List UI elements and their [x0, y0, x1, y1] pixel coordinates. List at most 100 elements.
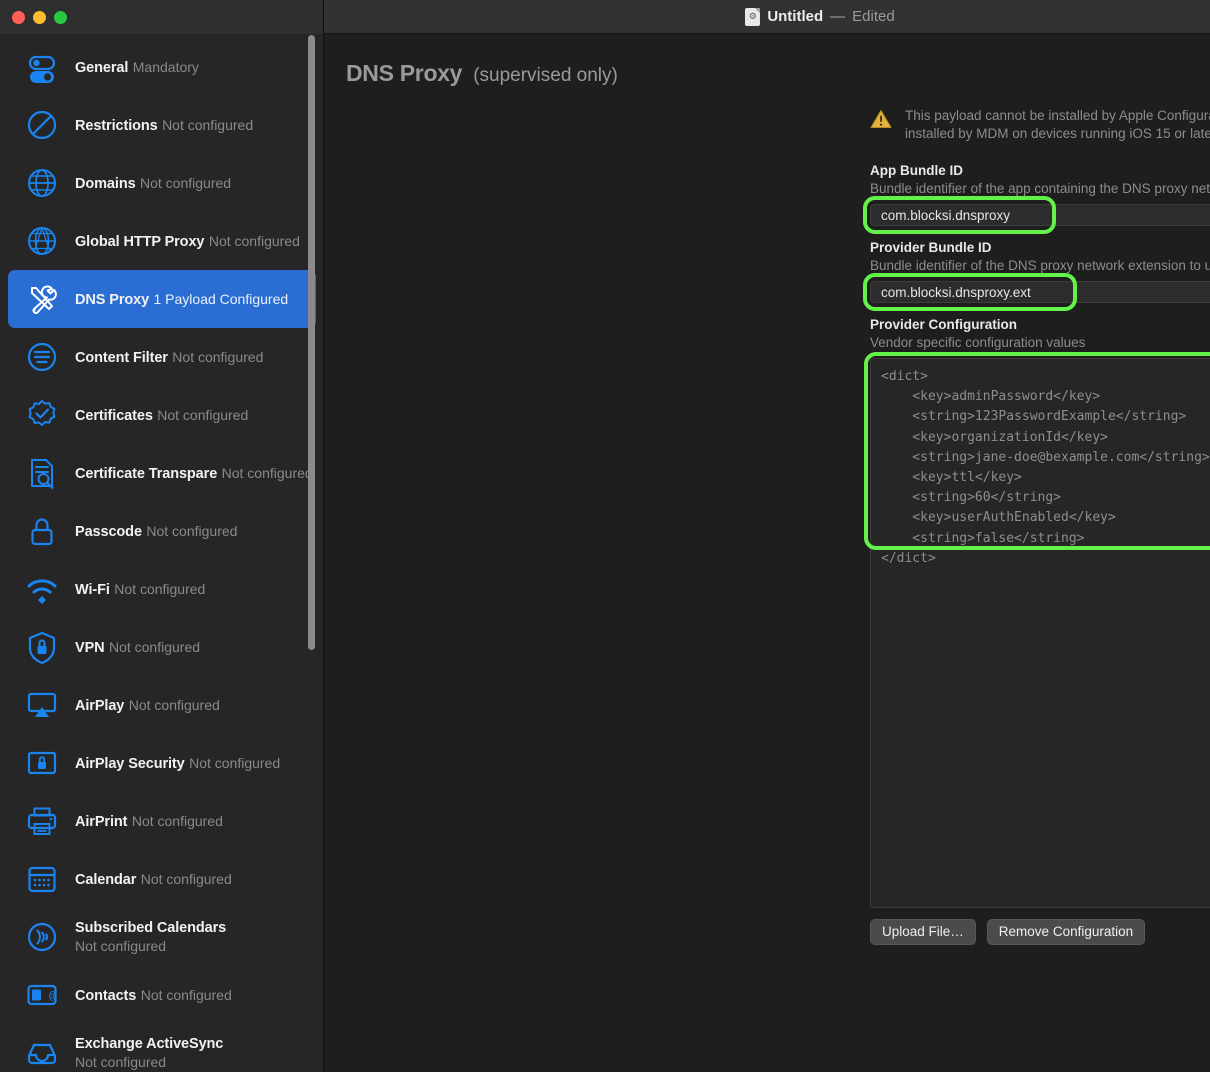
sidebar-item-status: Not configured — [108, 638, 201, 655]
globe-proxy-icon — [23, 222, 61, 260]
sidebar-item-general[interactable]: General Mandatory — [8, 38, 316, 96]
sidebar-item-global-http-proxy[interactable]: Global HTTP Proxy Not configured — [8, 212, 316, 270]
sidebar-item-contacts[interactable]: @ Contacts Not configured — [8, 966, 316, 1024]
sidebar-item-status: Not configured — [114, 580, 206, 597]
sidebar-item-label: General — [75, 59, 129, 76]
sidebar-item-label: Content Filter — [75, 349, 168, 366]
sidebar-item-status: Not configured — [208, 232, 300, 249]
payload-list: General Mandatory Restrictions Not confi… — [0, 34, 324, 1072]
calendar-icon — [23, 860, 61, 898]
airplay-icon — [23, 686, 61, 724]
inbox-tray-icon — [23, 1034, 61, 1072]
traffic-light-bar — [0, 0, 324, 34]
sidebar-item-content-filter[interactable]: Content Filter Not configured — [8, 328, 316, 386]
provider-configuration-help: Vendor specific configuration values — [870, 335, 1086, 350]
sidebar-item-status: Not configured — [128, 696, 220, 713]
main-panel: ⚙ Untitled — Edited DNS Proxy (supervise… — [324, 0, 1210, 1072]
sidebar-item-status: Not configured — [140, 870, 232, 887]
contact-card-icon: @ — [23, 976, 61, 1014]
document-icon: ⚙ — [745, 7, 761, 26]
minimize-button[interactable] — [33, 10, 46, 24]
upload-file-button[interactable]: Upload File… — [870, 919, 976, 945]
sidebar-item-restrictions[interactable]: Restrictions Not configured — [8, 96, 316, 154]
sidebar-item-status: Not configured — [162, 116, 254, 133]
provider-bundle-id-label: Provider Bundle ID — [870, 240, 992, 255]
sidebar: General Mandatory Restrictions Not confi… — [0, 0, 324, 1072]
sidebar-item-domains[interactable]: Domains Not configured — [8, 154, 316, 212]
sidebar-item-vpn[interactable]: VPN Not configured — [8, 618, 316, 676]
app-bundle-id-input[interactable]: com.blocksi.dnsproxy — [870, 204, 1210, 226]
dns-proxy-form: This payload cannot be installed by Appl… — [863, 87, 1210, 945]
toggles-icon — [23, 48, 61, 86]
window-title: Untitled — [767, 8, 824, 25]
sidebar-item-label: Exchange ActiveSync — [75, 1035, 224, 1052]
sidebar-item-calendar[interactable]: Calendar Not configured — [8, 850, 316, 908]
sidebar-item-label: AirPlay — [75, 697, 125, 714]
sidebar-item-label: Calendar — [75, 871, 137, 888]
sidebar-item-airplay[interactable]: AirPlay Not configured — [8, 676, 316, 734]
globe-icon — [23, 164, 61, 202]
wifi-icon — [23, 570, 61, 608]
no-entry-icon — [23, 106, 61, 144]
remove-configuration-button[interactable]: Remove Configuration — [986, 919, 1146, 945]
sidebar-item-label: Subscribed Calendars — [75, 919, 227, 936]
sidebar-item-subscribed-calendars[interactable]: Subscribed Calendars Not configured — [8, 908, 316, 966]
sidebar-item-status: Not configured — [172, 348, 264, 365]
filter-lines-icon — [23, 338, 61, 376]
sidebar-item-label: Restrictions — [75, 117, 158, 134]
sidebar-item-dns-proxy[interactable]: DNS Proxy 1 Payload Configured — [8, 270, 316, 328]
provider-configuration-actions: Upload File… Remove Configuration — [870, 919, 1210, 945]
certificate-badge-icon — [23, 396, 61, 434]
page-header: DNS Proxy (supervised only) — [324, 34, 1210, 87]
sidebar-item-label: Domains — [75, 175, 136, 192]
certificate-search-icon — [23, 454, 61, 492]
sidebar-item-label: Wi-Fi — [75, 581, 110, 598]
svg-text:@: @ — [49, 991, 56, 1003]
zoom-button[interactable] — [54, 10, 67, 24]
sidebar-item-status: Not configured — [189, 754, 281, 771]
sidebar-item-label: AirPrint — [75, 813, 128, 830]
sidebar-item-status: 1 Payload Configured — [153, 290, 289, 307]
sidebar-item-status: Not configured — [140, 986, 232, 1003]
sidebar-scrollbar[interactable] — [308, 35, 315, 650]
sidebar-item-label: Global HTTP Proxy — [75, 233, 205, 250]
provider-bundle-id-input[interactable]: com.blocksi.dnsproxy.ext — [870, 281, 1210, 303]
warning-triangle-icon — [870, 107, 892, 134]
sidebar-item-status: Mandatory — [132, 58, 199, 75]
shield-lock-icon — [23, 628, 61, 666]
sidebar-item-exchange-activesync[interactable]: Exchange ActiveSync Not configured — [8, 1024, 316, 1072]
sidebar-item-passcode[interactable]: Passcode Not configured — [8, 502, 316, 560]
broadcast-icon — [23, 918, 61, 956]
sidebar-item-certificates[interactable]: Certificates Not configured — [8, 386, 316, 444]
app-bundle-id-help: Bundle identifier of the app containing … — [870, 181, 1210, 196]
warning-text: This payload cannot be installed by Appl… — [905, 108, 1210, 141]
window-title-dash: — — [830, 8, 846, 25]
provider-configuration-value[interactable]: <dict> <key>adminPassword</key> <string>… — [871, 359, 1210, 907]
sidebar-item-label: Certificate Transpare — [75, 465, 218, 482]
sidebar-item-status: Not configured — [131, 812, 223, 829]
sidebar-item-label: AirPlay Security — [75, 755, 185, 772]
warning-banner: This payload cannot be installed by Appl… — [870, 107, 1210, 163]
padlock-icon — [23, 512, 61, 550]
printer-icon — [23, 802, 61, 840]
sidebar-item-certificate-transparency[interactable]: Certificate Transpare Not configured — [8, 444, 316, 502]
close-button[interactable] — [12, 10, 25, 24]
provider-configuration-label: Provider Configuration — [870, 317, 1018, 332]
sidebar-item-airprint[interactable]: AirPrint Not configured — [8, 792, 316, 850]
page-title: DNS Proxy — [346, 60, 463, 86]
sidebar-item-label: Contacts — [75, 987, 137, 1004]
app-bundle-id-label: App Bundle ID — [870, 163, 963, 178]
tools-icon — [23, 280, 61, 318]
window-edited-state: Edited — [852, 8, 895, 25]
sidebar-item-airplay-security[interactable]: AirPlay Security Not configured — [8, 734, 316, 792]
sidebar-item-label: Certificates — [75, 407, 153, 424]
provider-bundle-id-help: Bundle identifier of the DNS proxy netwo… — [870, 258, 1210, 273]
sidebar-item-label: DNS Proxy — [75, 291, 150, 308]
airplay-lock-icon — [23, 744, 61, 782]
sidebar-item-status: Not configured — [140, 174, 232, 191]
provider-configuration-textarea[interactable]: <dict> <key>adminPassword</key> <string>… — [864, 352, 1210, 908]
sidebar-item-wifi[interactable]: Wi-Fi Not configured — [8, 560, 316, 618]
sidebar-item-label: Passcode — [75, 523, 142, 540]
sidebar-item-status: Not configured — [146, 522, 238, 539]
title-bar: ⚙ Untitled — Edited — [324, 0, 1210, 34]
